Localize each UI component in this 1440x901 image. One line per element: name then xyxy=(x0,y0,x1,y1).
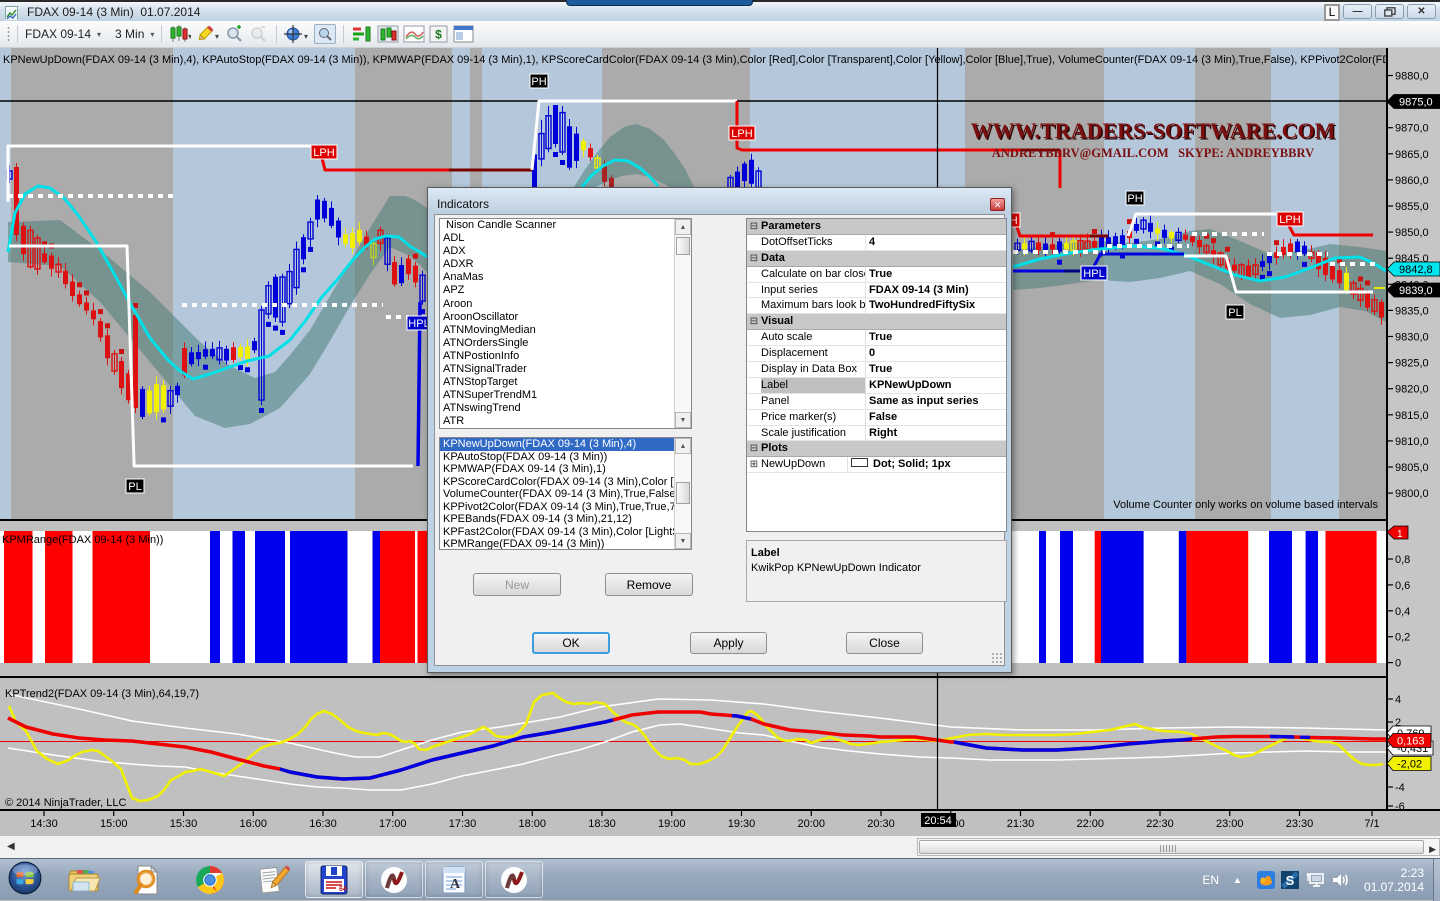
svg-text:18:30: 18:30 xyxy=(588,818,616,830)
svg-text:4: 4 xyxy=(1395,694,1401,706)
svg-text:19:00: 19:00 xyxy=(658,818,686,830)
svg-text:9860,0: 9860,0 xyxy=(1395,175,1429,187)
svg-text:21:30: 21:30 xyxy=(1007,818,1035,830)
svg-text:KPTrend2(FDAX 09-14 (3 Min),64: KPTrend2(FDAX 09-14 (3 Min),64,19,7) xyxy=(5,688,199,700)
svg-text:Volume Counter only works on v: Volume Counter only works on volume base… xyxy=(1113,499,1378,511)
svg-text:9855,0: 9855,0 xyxy=(1395,201,1429,213)
svg-text:$: $ xyxy=(436,28,443,42)
svg-text:S: S xyxy=(1286,873,1295,888)
svg-text:22:00: 22:00 xyxy=(1076,818,1104,830)
svg-text:0,2: 0,2 xyxy=(1395,632,1410,644)
svg-text:9880,0: 9880,0 xyxy=(1395,71,1429,83)
svg-text:15:00: 15:00 xyxy=(100,818,128,830)
svg-text:20:54: 20:54 xyxy=(924,815,952,827)
svg-text:KPMRange(FDAX 09-14 (3 Min)): KPMRange(FDAX 09-14 (3 Min)) xyxy=(2,534,163,546)
svg-text:9820,0: 9820,0 xyxy=(1395,384,1429,396)
svg-text:9815,0: 9815,0 xyxy=(1395,410,1429,422)
svg-text:LPH: LPH xyxy=(1279,214,1300,226)
svg-text:KPNewUpDown(FDAX 09-14 (3 Min): KPNewUpDown(FDAX 09-14 (3 Min),4), KPAut… xyxy=(3,54,1390,66)
svg-text:A: A xyxy=(450,877,461,892)
svg-text:23:30: 23:30 xyxy=(1286,818,1314,830)
svg-text:9825,0: 9825,0 xyxy=(1395,358,1429,370)
svg-text:9865,0: 9865,0 xyxy=(1395,149,1429,161)
svg-text:© 2014 NinjaTrader, LLC: © 2014 NinjaTrader, LLC xyxy=(5,797,126,809)
svg-text:PH: PH xyxy=(531,76,546,88)
svg-text:64: 64 xyxy=(339,886,347,893)
svg-text:20:30: 20:30 xyxy=(867,818,895,830)
svg-text:9805,0: 9805,0 xyxy=(1395,462,1429,474)
svg-text:15:30: 15:30 xyxy=(170,818,198,830)
svg-text:16:30: 16:30 xyxy=(309,818,337,830)
svg-text:▾: ▾ xyxy=(304,32,308,41)
svg-text:▾: ▾ xyxy=(215,32,219,41)
svg-text:9830,0: 9830,0 xyxy=(1395,332,1429,344)
svg-text:HPL: HPL xyxy=(1083,268,1104,280)
svg-text:22:30: 22:30 xyxy=(1146,818,1174,830)
svg-text:-4: -4 xyxy=(1395,782,1405,794)
svg-text:-6: -6 xyxy=(1395,801,1405,813)
svg-text:19:30: 19:30 xyxy=(728,818,756,830)
svg-text:14:30: 14:30 xyxy=(30,818,58,830)
svg-text:PL: PL xyxy=(1228,307,1241,319)
svg-text:7/1: 7/1 xyxy=(1364,818,1379,830)
svg-text:1: 1 xyxy=(1397,529,1403,540)
svg-text:17:00: 17:00 xyxy=(379,818,407,830)
svg-text:0,8: 0,8 xyxy=(1395,554,1410,566)
svg-text:9810,0: 9810,0 xyxy=(1395,436,1429,448)
svg-text:23:00: 23:00 xyxy=(1216,818,1244,830)
svg-text:16:00: 16:00 xyxy=(239,818,267,830)
svg-text:WWW.TRADERS-SOFTWARE.COM: WWW.TRADERS-SOFTWARE.COM xyxy=(971,118,1336,143)
svg-text:LPH: LPH xyxy=(313,147,334,159)
svg-text:20:00: 20:00 xyxy=(797,818,825,830)
svg-text:0,6: 0,6 xyxy=(1395,580,1410,592)
svg-text:0,163: 0,163 xyxy=(1397,736,1425,748)
svg-text:0: 0 xyxy=(1395,658,1401,670)
svg-text:ANDREYBBRV@GMAIL.COM SKYPE:: ANDREYBBRV@GMAIL.COM SKYPE: ANDREYBBRV xyxy=(992,146,1314,160)
svg-text:9850,0: 9850,0 xyxy=(1395,227,1429,239)
svg-text:-2,02: -2,02 xyxy=(1397,759,1422,771)
svg-text:▾: ▾ xyxy=(188,32,191,41)
svg-text:9835,0: 9835,0 xyxy=(1395,305,1429,317)
svg-text:9800,0: 9800,0 xyxy=(1395,488,1429,500)
svg-text:17:30: 17:30 xyxy=(449,818,477,830)
svg-text:9870,0: 9870,0 xyxy=(1395,123,1429,135)
svg-text:PL: PL xyxy=(128,481,141,493)
svg-text:18:00: 18:00 xyxy=(518,818,546,830)
svg-text:PH: PH xyxy=(1127,193,1142,205)
svg-text:9839,0: 9839,0 xyxy=(1399,285,1433,297)
svg-text:9875,0: 9875,0 xyxy=(1399,97,1433,109)
svg-text:9842,8: 9842,8 xyxy=(1399,264,1433,276)
svg-text:0,4: 0,4 xyxy=(1395,606,1410,618)
svg-text:LPH: LPH xyxy=(731,128,752,140)
